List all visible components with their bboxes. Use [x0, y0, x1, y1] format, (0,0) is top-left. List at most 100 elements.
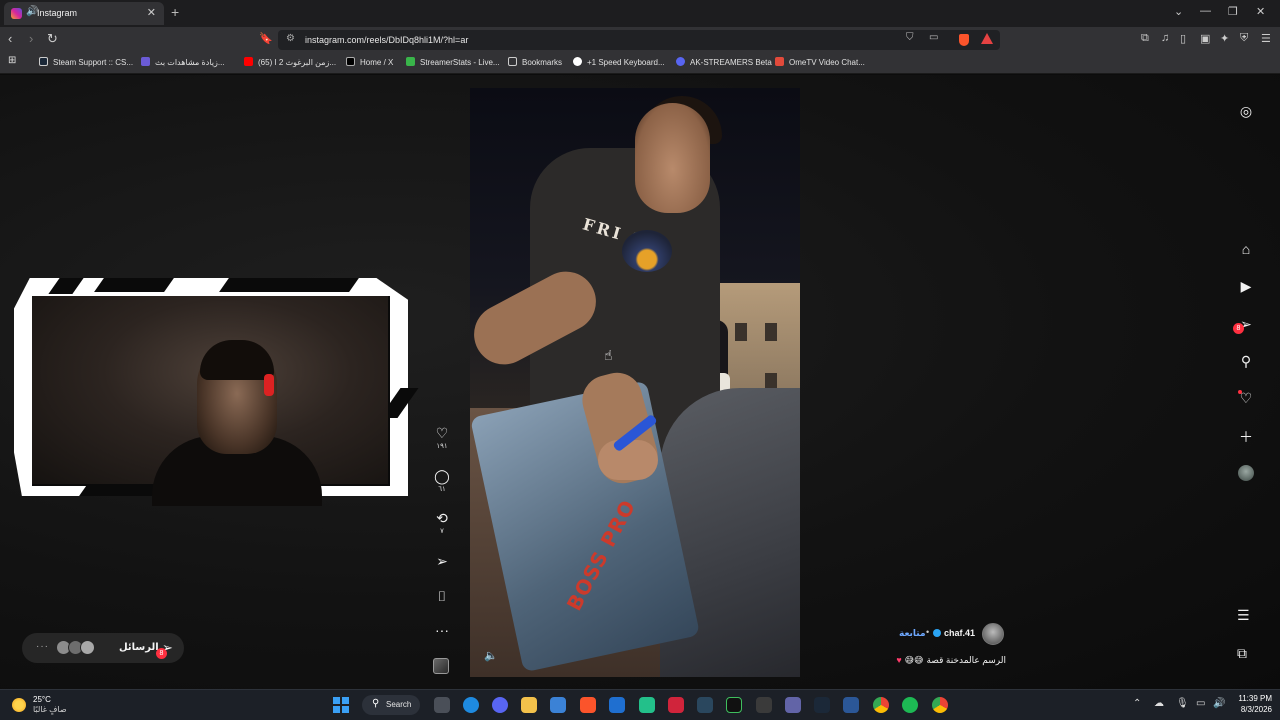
site-info-icon[interactable]: ⚙ [286, 33, 295, 44]
extensions-icon[interactable]: ⧉ [1141, 32, 1149, 45]
taskbar-search[interactable]: ⚲ Search [362, 695, 420, 715]
teams-icon[interactable] [785, 697, 801, 713]
store-icon[interactable] [550, 697, 566, 713]
bookmarks-bar: ⊞ Steam Support :: CS... زيادة مشاهدات ب… [0, 52, 1280, 74]
bookmark-item[interactable]: زيادة مشاهدات بث... [141, 57, 225, 67]
browser-tab-instagram[interactable]: 🔊 Instagram ✕ [4, 2, 164, 25]
reel-video[interactable]: FRI S BOSS PRO 🔈 [470, 88, 800, 677]
messages-button[interactable]: ··· الرسائل ➢ 8 [22, 633, 184, 663]
spotify-icon[interactable] [902, 697, 918, 713]
leo-ai-icon[interactable]: ✦ [1220, 32, 1229, 45]
repost-count: ٧ [440, 528, 444, 535]
webcam-overlay [14, 278, 419, 506]
nvidia-icon[interactable] [726, 697, 742, 713]
display-icon[interactable]: ▭ [1196, 698, 1205, 709]
x-logo-icon [346, 57, 355, 66]
save-button[interactable]: ⌷ [431, 588, 453, 604]
bookmark-folder[interactable]: Bookmarks [508, 57, 562, 67]
close-window-icon[interactable]: ✕ [1256, 5, 1265, 18]
heart-icon: ♡ [435, 425, 449, 441]
restore-window-icon[interactable]: ❐ [1228, 5, 1238, 18]
bookmark-page-icon[interactable]: 🔖 [259, 32, 273, 45]
reels-icon[interactable]: ▶ [1236, 278, 1256, 295]
reload-icon[interactable]: ↻ [47, 31, 58, 47]
also-from-meta-icon[interactable]: ⧉ [1237, 645, 1247, 662]
share-button[interactable]: ➢ [431, 553, 453, 569]
verified-badge-icon [933, 629, 941, 637]
windows-start-icon[interactable] [333, 697, 349, 713]
wallet-icon[interactable]: ▣ [1200, 32, 1210, 45]
sound-icon[interactable]: 🔈 [484, 649, 498, 663]
back-arrow-icon[interactable]: ‹ [8, 31, 12, 46]
close-tab-icon[interactable]: ✕ [147, 6, 156, 19]
weather-desc: صافٍ غالبًا [33, 705, 67, 714]
author-avatar[interactable] [982, 623, 1004, 645]
chrome-icon[interactable] [932, 697, 948, 713]
discord-icon[interactable] [492, 697, 508, 713]
task-view-icon[interactable] [434, 697, 450, 713]
steam-icon[interactable] [814, 697, 830, 713]
outlook-icon[interactable] [609, 697, 625, 713]
microphone-icon[interactable]: 🎙 [1176, 698, 1189, 709]
address-bar[interactable]: ⚙ instagram.com/reels/DbIDq8hli1M/?hl=ar [278, 30, 1000, 50]
home-icon[interactable]: ⌂ [1236, 241, 1256, 257]
edge-icon[interactable] [463, 697, 479, 713]
volume-icon[interactable]: 🔊 [1213, 698, 1225, 709]
taskbar-clock[interactable]: 11:39 PM 8/3/2026 [1228, 694, 1272, 714]
minimize-window-icon[interactable]: — [1200, 5, 1211, 17]
sidebar-icon[interactable]: ▯ [1180, 32, 1186, 45]
more-menu-icon[interactable]: ☰ [1237, 607, 1250, 624]
windows-taskbar: 25°C صافٍ غالبًا ⚲ Search ⌃ ☁ 🎙 ▭ 🔊 11:3… [0, 689, 1280, 720]
file-explorer-icon[interactable] [521, 697, 537, 713]
browser-toolbar: ‹ › ↻ 🔖 ⚙ instagram.com/reels/DbIDq8hli1… [0, 27, 1280, 52]
brave-rewards-icon[interactable] [981, 33, 993, 44]
app-icon[interactable] [843, 697, 859, 713]
like-button[interactable]: ♡ ١٩١ [431, 425, 453, 450]
apps-grid-icon[interactable]: ⊞ [8, 55, 16, 66]
instagram-logo-icon[interactable]: ◎ [1236, 103, 1256, 120]
search-icon[interactable]: ⚲ [1236, 353, 1256, 370]
media-icon[interactable]: ♫ [1161, 32, 1169, 44]
bookmark-item[interactable]: StreamerStats - Live... [406, 57, 500, 67]
bookmark-item[interactable]: +1 Speed Keyboard... [573, 57, 665, 67]
messages-label: الرسائل [119, 642, 159, 653]
youtube-icon [244, 57, 253, 66]
author-username[interactable]: chaf.41 [944, 628, 975, 638]
vpn-icon[interactable]: ⛨ [1240, 32, 1248, 45]
steam-icon [39, 57, 48, 66]
comment-button[interactable]: ◯ ٦١ [431, 468, 453, 493]
repost-button[interactable]: ⟲ ٧ [431, 510, 453, 535]
brave-shields-icon[interactable] [959, 34, 969, 46]
profile-avatar[interactable] [1238, 465, 1254, 481]
app-icon[interactable] [668, 697, 684, 713]
tab-title: Instagram [37, 8, 78, 18]
audio-thumbnail[interactable] [433, 658, 449, 674]
onedrive-icon[interactable]: ☁ [1154, 698, 1164, 709]
steam-icon[interactable] [697, 697, 713, 713]
shield-icon[interactable]: ⛉ [906, 32, 914, 43]
tab-search-chevron-icon[interactable]: ⌄ [1174, 5, 1183, 18]
app-icon[interactable] [756, 697, 772, 713]
dm-badge: 8 [1233, 323, 1244, 334]
bookmark-item[interactable]: OmeTV Video Chat... [775, 57, 865, 67]
show-hidden-icons-chevron-icon[interactable]: ⌃ [1133, 698, 1141, 709]
bookmark-site-icon [141, 57, 150, 66]
forward-arrow-icon[interactable]: › [29, 31, 33, 46]
bookmark-label: (65) زمن البرغوث 2 ا... [258, 58, 337, 67]
cast-icon[interactable]: ▭ [929, 32, 938, 43]
paper-plane-icon: ➢ [436, 553, 448, 569]
app-icon[interactable] [639, 697, 655, 713]
follow-button[interactable]: متابعة [899, 628, 926, 639]
bookmark-item[interactable]: Steam Support :: CS... [39, 57, 133, 67]
reel-author: chaf.41 • متابعة [896, 623, 1008, 645]
create-plus-icon[interactable]: ＋ [1236, 427, 1256, 447]
bookmark-item[interactable]: (65) زمن البرغوث 2 ا... [244, 57, 336, 67]
menu-icon[interactable]: ☰ [1261, 32, 1271, 45]
more-options-button[interactable]: ··· [431, 622, 453, 638]
brave-icon[interactable] [580, 697, 596, 713]
bookmark-label: Bookmarks [522, 58, 563, 67]
new-tab-button[interactable]: + [171, 4, 179, 20]
bookmark-item[interactable]: AK-STREAMERS Beta [676, 57, 772, 67]
chrome-icon[interactable] [873, 697, 889, 713]
bookmark-item[interactable]: Home / X [346, 57, 393, 67]
